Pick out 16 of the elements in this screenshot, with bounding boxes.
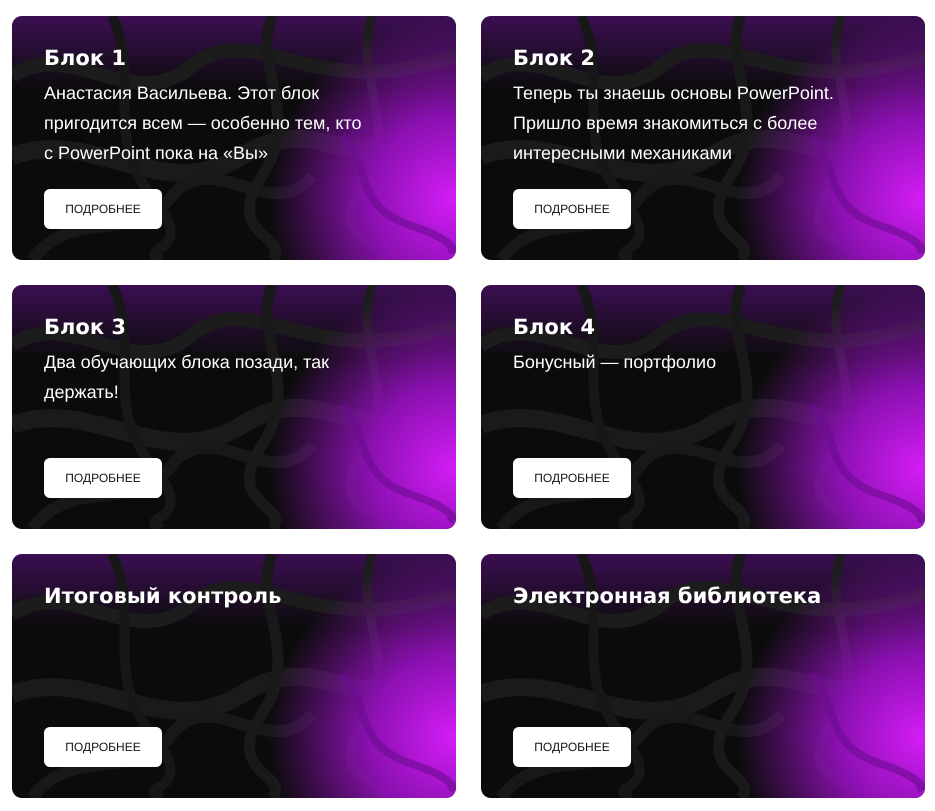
card-title: Блок 2: [513, 45, 595, 72]
card-description: Два обучающих блока позади, так держать!: [44, 351, 330, 404]
card-title: Итоговый контроль: [44, 583, 282, 610]
more-button[interactable]: ПОДРОБНЕЕ: [44, 727, 162, 767]
card-description: Теперь ты знаешь основы PowerPoint. Пришло время знакомиться с более интересными механиками: [513, 82, 835, 165]
card-description: Бонусный — портфолио: [513, 351, 716, 374]
card-title: Блок 3: [44, 314, 126, 341]
more-button[interactable]: ПОДРОБНЕЕ: [44, 189, 162, 229]
card-title: Блок 1: [44, 45, 126, 72]
more-button[interactable]: ПОДРОБНЕЕ: [513, 727, 631, 767]
card-description: Анастасия Васильева. Этот блок пригодится всем — особенно тем, кто с PowerPoint пока на «Вы»: [44, 82, 362, 165]
more-button[interactable]: ПОДРОБНЕЕ: [44, 458, 162, 498]
more-button[interactable]: ПОДРОБНЕЕ: [513, 458, 631, 498]
card-title: Электронная библиотека: [513, 583, 822, 610]
card-title: Блок 4: [513, 314, 595, 341]
more-button[interactable]: ПОДРОБНЕЕ: [513, 189, 631, 229]
